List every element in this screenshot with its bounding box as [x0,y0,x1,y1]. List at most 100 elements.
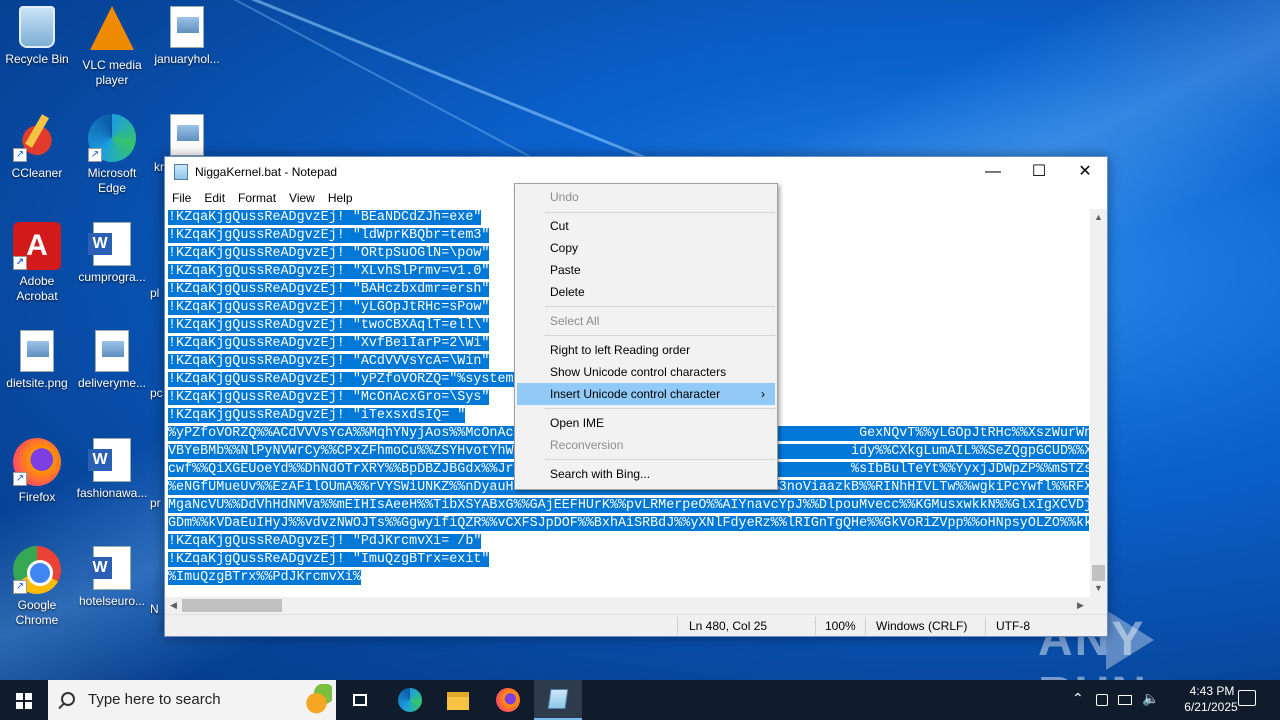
desktop-icon-vlc[interactable]: VLC media player [75,6,149,88]
desktop-icon-microsoft-edge[interactable]: ↗ Microsoft Edge [75,114,149,196]
status-encoding: UTF-8 [996,619,1030,633]
desktop-icon-cumprogra[interactable]: cumprogra... [75,222,149,285]
recycle-bin-icon [19,6,55,48]
status-divider [677,617,678,635]
taskbar-edge[interactable] [386,680,434,720]
network-icon[interactable] [1118,695,1132,705]
desktop-icon-label: cumprogra... [78,270,146,284]
menu-item-copy[interactable]: Copy [517,237,775,259]
menu-edit[interactable]: Edit [197,187,231,205]
desktop-icon-januaryhol[interactable]: januaryhol... [150,6,224,67]
scroll-up-icon[interactable]: ▲ [1090,209,1107,226]
close-button[interactable]: ✕ [1062,157,1108,187]
menu-separator [545,408,775,409]
desktop-icon-label: Google Chrome [15,598,59,627]
code-line: !KZqaKjgQussReADgvzEj! "McOnAcxGro=\Sys" [168,390,490,405]
menu-item-reconversion[interactable]: Reconversion [517,434,775,456]
desktop-icon-recycle-bin[interactable]: Recycle Bin [0,6,74,67]
desktop-icon-firefox[interactable]: ↗ Firefox [0,438,74,505]
notification-icon[interactable] [1238,690,1256,706]
taskbar-task-view[interactable] [336,680,384,720]
desktop-icon-google-chrome[interactable]: ↗ Google Chrome [0,546,74,628]
menu-help[interactable]: Help [321,187,359,205]
code-line: GDm%%kVDaEuIHyJ%%vdvzNWOJTs%%GgwyifiQZR%… [168,515,1089,533]
search-placeholder: Type here to search [88,691,221,708]
desktop-icon-label: Microsoft Edge [87,166,137,195]
menu-item-open-ime[interactable]: Open IME [517,412,775,434]
menu-item-cut[interactable]: Cut [517,215,775,237]
maximize-button[interactable]: ☐ [1016,157,1062,187]
edge-icon: ↗ [88,114,136,162]
size-grip[interactable] [1089,597,1107,614]
vertical-scroll-thumb[interactable] [1092,565,1105,581]
scroll-down-icon[interactable]: ▼ [1090,580,1107,597]
menu-item-delete[interactable]: Delete [517,281,775,303]
taskbar-firefox[interactable] [484,680,532,720]
system-tray: ⌃ 🔈 4:43 PM 6/21/2025 [1066,680,1280,720]
menu-file[interactable]: File [165,187,197,205]
status-zoom: 100% [825,619,856,633]
windows-logo-icon [16,693,32,709]
horizontal-scrollbar[interactable]: ◀ ▶ [165,597,1089,614]
taskbar-notepad[interactable] [534,680,582,720]
status-bar: Ln 480, Col 25 100% Windows (CRLF) UTF-8 [165,614,1107,636]
desktop-icon-hotelseuro[interactable]: hotelseuro... [75,546,149,609]
desktop-icon-label: Recycle Bin [5,52,69,66]
menu-view[interactable]: View [282,187,321,205]
start-button[interactable] [0,680,48,720]
device-icon[interactable] [1096,694,1108,706]
taskbar: Type here to search ⌃ 🔈 4:43 PM 6/21/202… [0,680,1280,720]
menu-separator [545,306,775,307]
context-menu: Undo Cut Copy Paste Delete Select All Ri… [514,183,778,490]
desktop-icon-label: VLC media player [82,58,142,87]
menu-item-paste[interactable]: Paste [517,259,775,281]
submenu-arrow-icon: › [761,387,765,401]
shortcut-arrow-icon: ↗ [88,148,102,162]
code-line: !KZqaKjgQussReADgvzEj! "yLGOpJtRHc=sPow" [168,300,490,315]
image-file-icon [95,330,129,372]
minimize-button[interactable]: — [970,157,1016,187]
volume-icon[interactable]: 🔈 [1142,690,1159,707]
taskbar-search-box[interactable]: Type here to search [48,680,336,720]
notepad-icon [547,689,569,709]
menu-format[interactable]: Format [231,187,282,205]
firefox-icon [496,688,520,712]
desktop-icon-label: dietsite.png [6,376,68,390]
show-hidden-icons-chevron-icon[interactable]: ⌃ [1072,690,1084,707]
search-highlight-icon [306,684,332,716]
vertical-scrollbar[interactable]: ▲ ▼ [1090,209,1107,597]
desktop-icon-dietsite[interactable]: dietsite.png [0,330,74,391]
desktop-icon-adobe-acrobat[interactable]: A ↗ Adobe Acrobat [0,222,74,304]
code-line: !KZqaKjgQussReADgvzEj! "yPZfoVORZQ="%sys… [168,372,522,387]
code-line: !KZqaKjgQussReADgvzEj! "ACdVVVsYcA=\Win" [168,354,490,369]
menu-item-undo[interactable]: Undo [517,186,775,208]
word-doc-icon [88,222,131,266]
notepad-icon [174,164,188,180]
menu-item-rtl-reading-order[interactable]: Right to left Reading order [517,339,775,361]
menu-item-search-bing[interactable]: Search with Bing... [517,463,775,485]
desktop-icon-deliveryme[interactable]: deliveryme... [75,330,149,391]
desktop-icon-fashionawa[interactable]: fashionawa... [75,438,149,501]
desktop-icon-label: deliveryme... [77,376,147,390]
code-line: !KZqaKjgQussReADgvzEj! "ldWprKBQbr=tem3" [168,228,490,243]
horizontal-scroll-thumb[interactable] [182,599,282,612]
acrobat-icon: A ↗ [13,222,61,270]
vlc-icon [90,6,134,50]
taskbar-file-explorer[interactable] [434,680,482,720]
menu-item-show-unicode[interactable]: Show Unicode control characters [517,361,775,383]
menu-item-insert-unicode[interactable]: Insert Unicode control character › [517,383,775,405]
desktop-icon-ccleaner[interactable]: ↗ CCleaner [0,114,74,181]
menu-item-select-all[interactable]: Select All [517,310,775,332]
code-line: MgaNcVU%%DdVhHdNMVa%%mEIHIsAeeH%%TibXSYA… [168,497,1089,515]
status-divider [815,617,816,635]
desktop-icon-label: januaryhol... [154,52,220,66]
word-doc-icon [88,546,131,590]
code-line: !KZqaKjgQussReADgvzEj! "ImuQzgBTrx=exit" [168,552,490,567]
code-line: !KZqaKjgQussReADgvzEj! "BEaNDCdZJh=exe" [168,210,482,225]
scroll-right-icon[interactable]: ▶ [1072,597,1089,614]
scroll-left-icon[interactable]: ◀ [165,597,182,614]
shortcut-arrow-icon: ↗ [13,580,27,594]
search-icon [61,692,75,706]
ccleaner-icon: ↗ [13,114,61,162]
image-file-icon [170,114,204,156]
